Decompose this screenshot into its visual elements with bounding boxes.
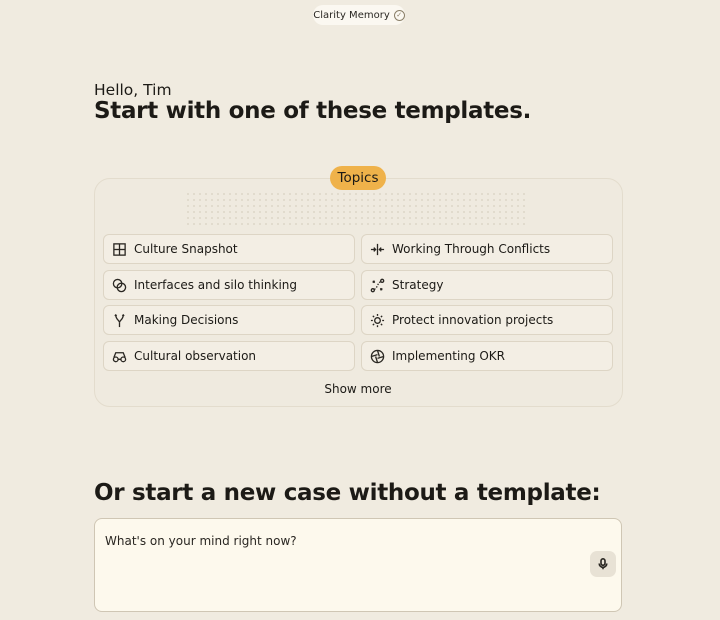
topic-strategy[interactable]: Strategy [361, 270, 613, 300]
topic-culture-snapshot[interactable]: Culture Snapshot [103, 234, 355, 264]
page-title: Start with one of these templates. [94, 98, 532, 124]
microphone-icon [598, 558, 608, 570]
overlapping-circles-icon [112, 278, 127, 293]
topic-implementing-okr[interactable]: Implementing OKR [361, 341, 613, 371]
show-more-button[interactable]: Show more [300, 382, 416, 400]
topic-cultural-observation[interactable]: Cultural observation [103, 341, 355, 371]
topic-making-decisions[interactable]: Making Decisions [103, 305, 355, 335]
topics-badge: Topics [330, 166, 386, 190]
clarity-memory-button[interactable]: Clarity Memory ✓ [313, 5, 405, 25]
page: Clarity Memory ✓ Hello, Tim Start with o… [0, 0, 720, 620]
new-case-box [94, 518, 622, 612]
aperture-icon [370, 349, 385, 364]
microphone-button[interactable] [590, 551, 616, 577]
greeting: Hello, Tim [94, 81, 172, 99]
strategy-path-icon [370, 278, 385, 293]
sunburst-icon [370, 313, 385, 328]
topic-label: Strategy [392, 278, 444, 292]
topic-label: Working Through Conflicts [392, 242, 551, 256]
new-case-input[interactable] [105, 531, 575, 551]
check-circle-icon: ✓ [393, 9, 405, 21]
topic-label: Interfaces and silo thinking [134, 278, 298, 292]
grid-icon [112, 242, 127, 257]
topic-protect-innovation-projects[interactable]: Protect innovation projects [361, 305, 613, 335]
decorative-dot-pattern [185, 191, 525, 229]
new-case-heading: Or start a new case without a template: [94, 480, 601, 506]
fork-icon [112, 313, 127, 328]
topic-label: Making Decisions [134, 313, 239, 327]
topic-label: Culture Snapshot [134, 242, 238, 256]
topic-interfaces-silo-thinking[interactable]: Interfaces and silo thinking [103, 270, 355, 300]
topic-label: Implementing OKR [392, 349, 505, 363]
topic-label: Cultural observation [134, 349, 257, 363]
memory-label: Clarity Memory [313, 9, 390, 21]
converge-arrows-icon [370, 242, 385, 257]
binoculars-icon [112, 349, 127, 364]
topic-working-through-conflicts[interactable]: Working Through Conflicts [361, 234, 613, 264]
topic-label: Protect innovation projects [392, 313, 554, 327]
